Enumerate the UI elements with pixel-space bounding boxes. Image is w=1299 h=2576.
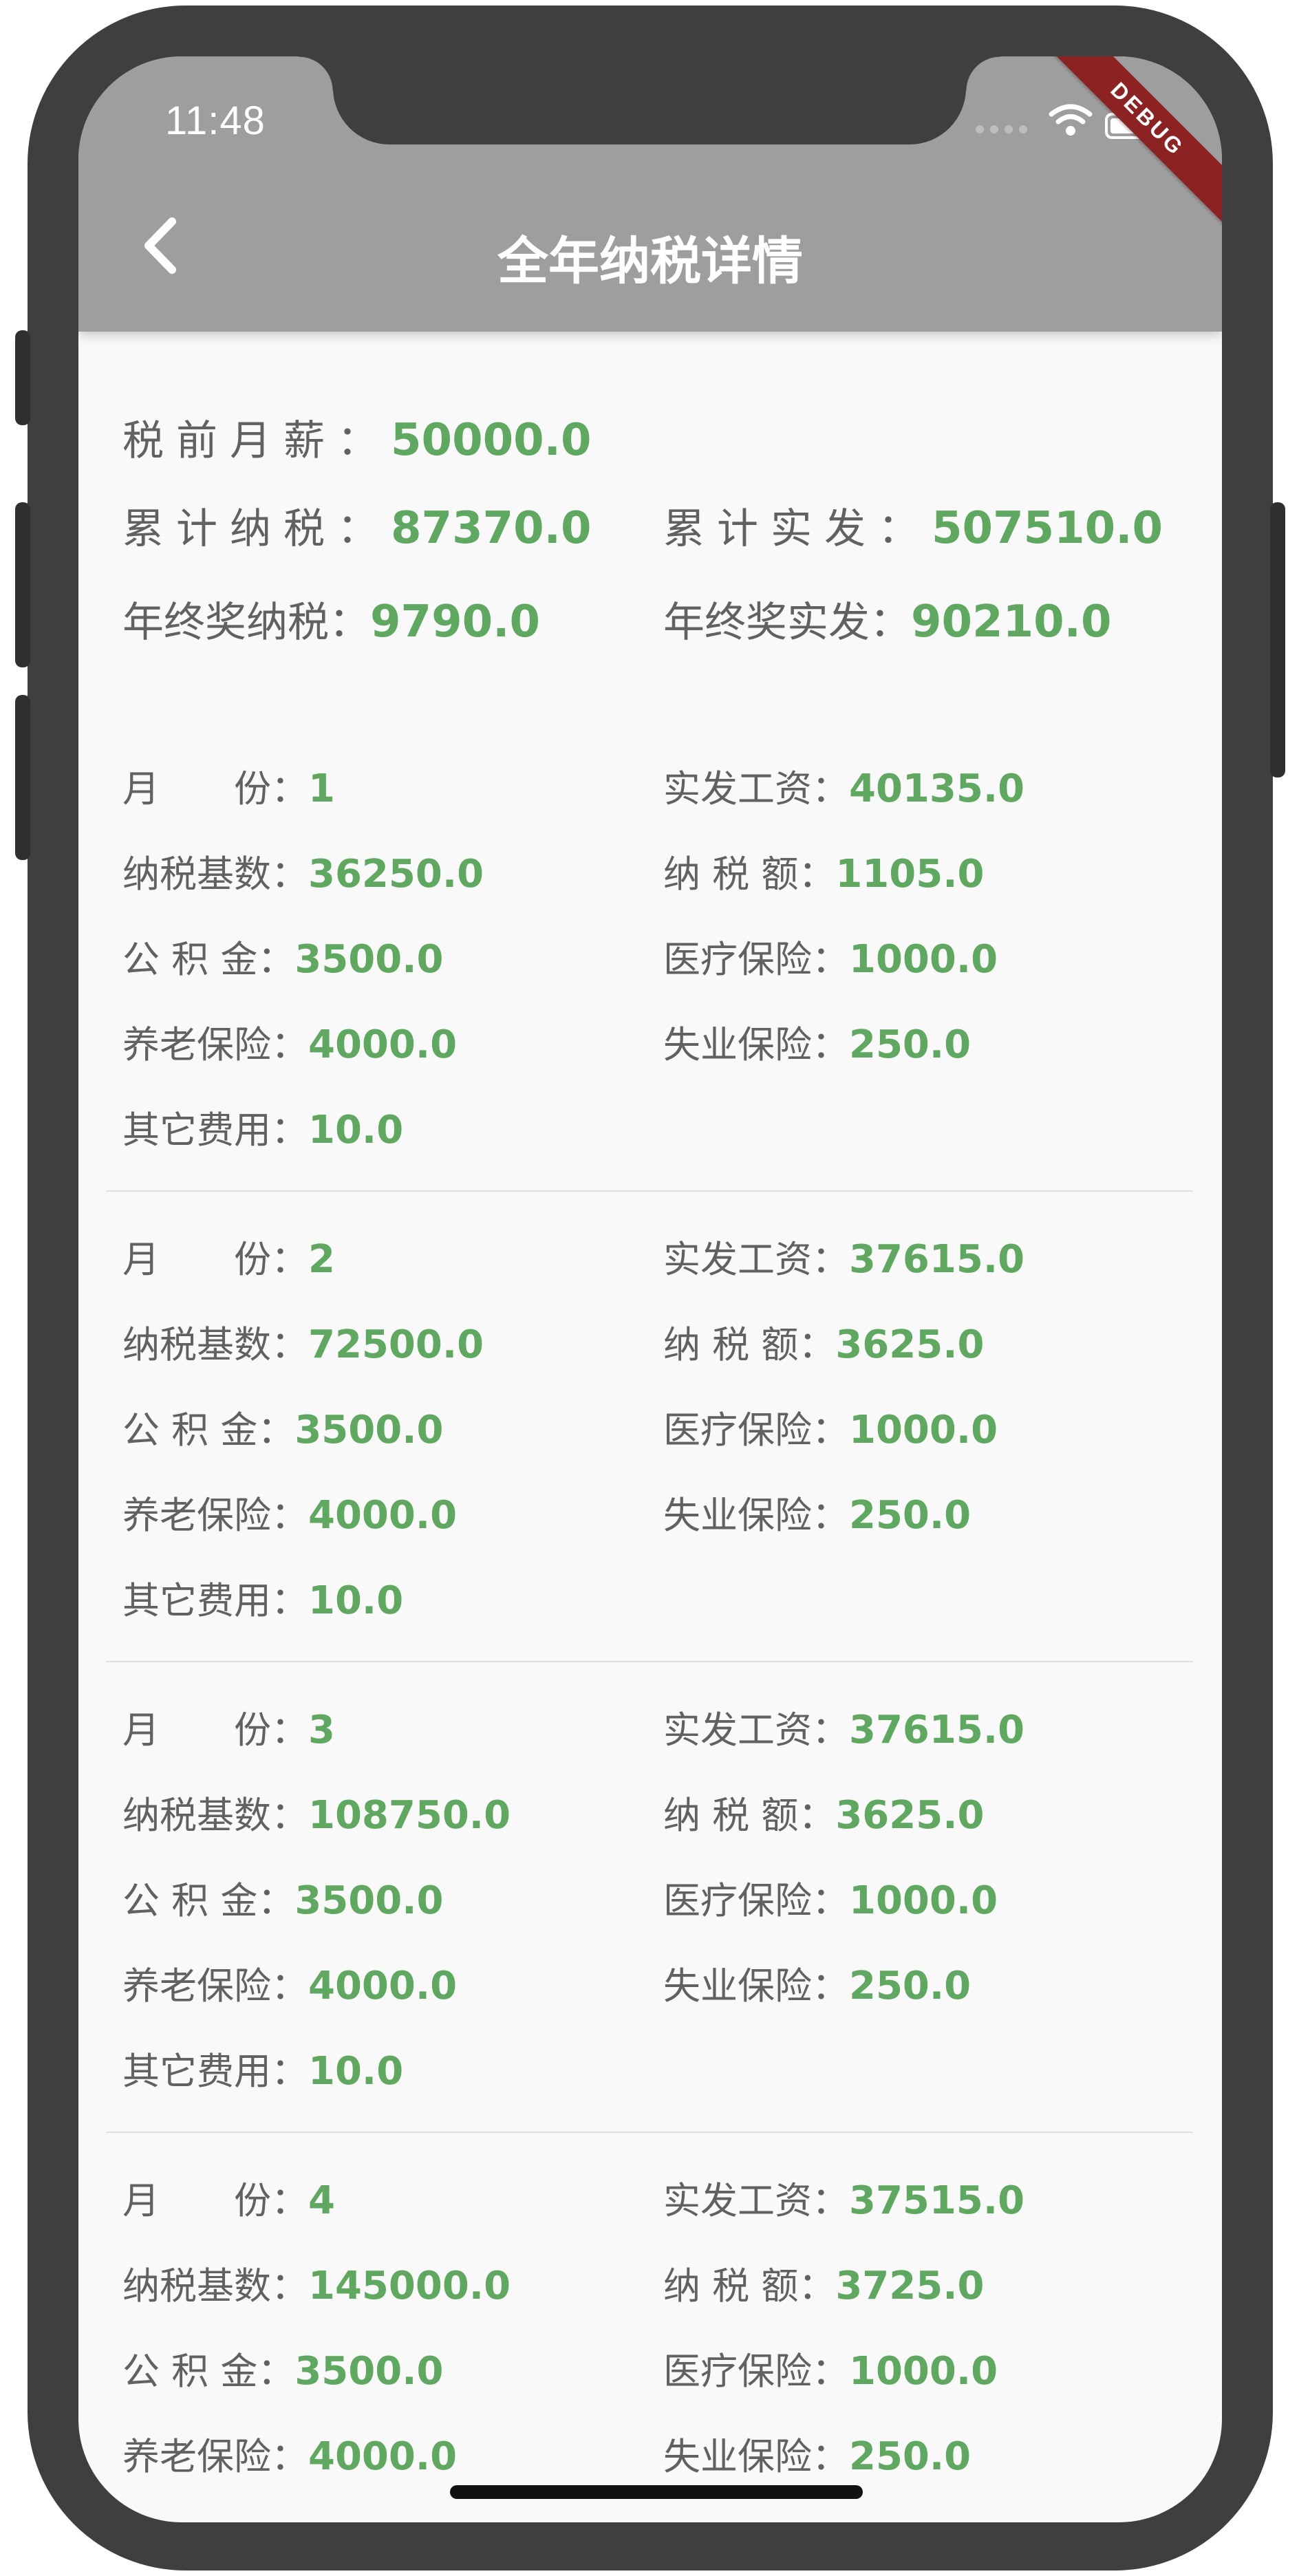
tax-amount-value: 3725.0 [835,2264,985,2308]
bonus-net-value: 90210.0 [911,597,1112,647]
housing-fund-value: 3500.0 [294,937,444,982]
tax-base-label: 纳税基数： [122,1794,308,1837]
tax-amount-label: 纳 税 额： [663,1323,836,1366]
other-fee-label: 其它费用： [122,1579,308,1622]
medical-value: 1000.0 [849,937,998,982]
tax-amount-label: 纳 税 额： [663,1794,836,1837]
cellular-signal-icon [976,125,1027,133]
housing-fund-value: 3500.0 [294,2349,444,2394]
net-salary-label: 实发工资： [663,1708,849,1752]
tax-amount-value: 3625.0 [835,1793,985,1838]
unemployment-value: 250.0 [849,1493,971,1538]
home-indicator[interactable] [450,2485,863,2499]
housing-fund-value: 3500.0 [294,1408,444,1452]
bonus-tax-value: 9790.0 [370,597,540,647]
total-net-label: 累计实发： [663,505,932,553]
unemployment-value: 250.0 [849,1964,971,2008]
other-fee-label: 其它费用： [122,1108,308,1152]
app-screen: 11:48 全年纳税详情 DEBUG 税前月薪： 50000.0 累计纳税： 8… [78,56,1222,2522]
unemployment-label: 失业保险： [663,1964,849,2008]
unemployment-label: 失业保险： [663,2435,849,2478]
pension-value: 4000.0 [308,1964,458,2008]
tax-base-value: 108750.0 [308,1793,511,1838]
unemployment-value: 250.0 [849,1022,971,1067]
month-value: 3 [308,1708,335,1752]
pension-label: 养老保险： [122,1494,308,1537]
power-button [1270,502,1285,777]
other-fee-value: 10.0 [308,1578,404,1623]
month-label: 月 份： [122,1708,308,1752]
month-value: 1 [308,766,335,811]
pension-value: 4000.0 [308,1022,458,1067]
medical-label: 医疗保险： [663,938,849,981]
housing-fund-label: 公 积 金： [122,1879,295,1922]
pretax-salary-label: 税前月薪： [122,417,391,465]
pretax-salary-value: 50000.0 [391,415,592,466]
status-time: 11:48 [165,98,266,143]
bonus-tax-label: 年终奖纳税： [122,599,370,647]
housing-fund-label: 公 积 金： [122,1408,295,1452]
net-salary-value: 37615.0 [849,1708,1025,1752]
housing-fund-label: 公 积 金： [122,938,295,981]
month-label: 月 份： [122,767,308,811]
month-label: 月 份： [122,1238,308,1281]
total-net-value: 507510.0 [932,503,1163,554]
medical-label: 医疗保险： [663,1408,849,1452]
month-label: 月 份： [122,2179,308,2222]
pension-label: 养老保险： [122,1023,308,1066]
silent-switch [15,330,30,425]
pension-label: 养老保险： [122,2435,308,2478]
medical-value: 1000.0 [849,2349,998,2394]
housing-fund-label: 公 积 金： [122,2350,295,2393]
medical-label: 医疗保险： [663,2350,849,2393]
net-salary-label: 实发工资： [663,1238,849,1281]
tax-base-value: 72500.0 [308,1322,484,1367]
wifi-icon [1049,104,1093,136]
other-fee-label: 其它费用： [122,2050,308,2093]
pension-value: 4000.0 [308,1493,458,1538]
volume-up-button [15,502,30,667]
tax-amount-label: 纳 税 额： [663,852,836,896]
net-salary-value: 37615.0 [849,1237,1025,1282]
total-tax-value: 87370.0 [391,503,592,554]
other-fee-value: 10.0 [308,1108,404,1152]
tax-base-value: 36250.0 [308,852,484,897]
pension-value: 4000.0 [308,2434,458,2479]
medical-value: 1000.0 [849,1408,998,1452]
net-salary-value: 40135.0 [849,766,1025,811]
divider [106,1190,1193,1192]
medical-label: 医疗保险： [663,1879,849,1922]
unemployment-label: 失业保险： [663,1023,849,1066]
divider [106,2132,1193,2133]
tax-amount-value: 3625.0 [835,1322,985,1367]
month-value: 2 [308,1237,335,1282]
page-title: 全年纳税详情 [497,232,803,291]
other-fee-value: 10.0 [308,2049,404,2094]
net-salary-label: 实发工资： [663,767,849,811]
unemployment-value: 250.0 [849,2434,971,2479]
camera-notch [299,56,1000,144]
tax-base-value: 145000.0 [308,2264,511,2308]
bonus-net-label: 年终奖实发： [663,599,911,647]
tax-base-label: 纳税基数： [122,2264,308,2308]
pension-label: 养老保险： [122,1964,308,2008]
divider [106,1661,1193,1662]
housing-fund-value: 3500.0 [294,1878,444,1923]
net-salary-label: 实发工资： [663,2179,849,2222]
tax-base-label: 纳税基数： [122,1323,308,1366]
medical-value: 1000.0 [849,1878,998,1923]
tax-amount-value: 1105.0 [835,852,985,897]
tax-amount-label: 纳 税 额： [663,2264,836,2308]
net-salary-value: 37515.0 [849,2178,1025,2223]
unemployment-label: 失业保险： [663,1494,849,1537]
total-tax-label: 累计纳税： [122,505,391,553]
tax-base-label: 纳税基数： [122,852,308,896]
volume-down-button [15,695,30,860]
month-value: 4 [308,2178,335,2223]
